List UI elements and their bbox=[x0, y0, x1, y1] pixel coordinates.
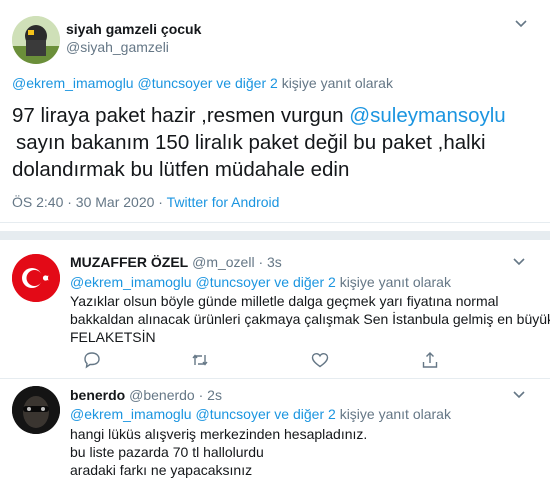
reply-context: @ekrem_imamoglu @tuncsoyer ve diğer 2 ki… bbox=[70, 405, 451, 423]
mention-link[interactable]: @ekrem_imamoglu bbox=[70, 274, 192, 290]
mention-link[interactable]: @ekrem_imamoglu bbox=[12, 75, 134, 91]
section-divider bbox=[0, 231, 550, 240]
others-link[interactable]: diğer 2 bbox=[293, 274, 336, 290]
reply-context: @ekrem_imamoglu @tuncsoyer ve diğer 2 ki… bbox=[70, 273, 451, 291]
username[interactable]: @benerdo bbox=[129, 387, 195, 403]
chevron-down-icon[interactable] bbox=[510, 252, 528, 270]
tweet-text-line: bu liste pazarda 70 tl hallolurdu bbox=[70, 444, 264, 460]
others-link[interactable]: diğer 2 bbox=[235, 75, 278, 91]
tweet-text-line: bakkaldan alınacak ürünleri çakmaya çalı… bbox=[70, 311, 550, 327]
mention-link[interactable]: @tuncsoyer bbox=[195, 274, 270, 290]
reply-suffix: kişiye yanıt olarak bbox=[281, 75, 393, 91]
reply-icon[interactable] bbox=[82, 350, 102, 370]
tweet-text-line: FELAKETSİN bbox=[70, 329, 156, 345]
username[interactable]: @siyah_gamzeli bbox=[66, 39, 169, 55]
display-name[interactable]: benerdo bbox=[70, 387, 125, 403]
divider bbox=[0, 378, 550, 379]
display-name[interactable]: MUZAFFER ÖZEL bbox=[70, 254, 188, 270]
chevron-down-icon[interactable] bbox=[510, 385, 528, 403]
avatar-image bbox=[12, 16, 60, 64]
tweet-age[interactable]: · 3s bbox=[258, 254, 281, 270]
reply-connector: ve bbox=[216, 75, 232, 91]
reply-suffix: kişiye yanıt olarak bbox=[339, 406, 451, 422]
tweet-meta: ÖS 2:40 · 30 Mar 2020 · Twitter for Andr… bbox=[12, 194, 279, 210]
others-link[interactable]: diğer 2 bbox=[293, 406, 336, 422]
reply-header: MUZAFFER ÖZEL @m_ozell · 3s bbox=[70, 254, 282, 270]
retweet-icon[interactable] bbox=[190, 350, 210, 370]
username[interactable]: @m_ozell bbox=[192, 254, 254, 270]
timestamp[interactable]: ÖS 2:40 · 30 Mar 2020 · bbox=[12, 194, 163, 210]
reply-header: benerdo @benerdo · 2s bbox=[70, 387, 222, 403]
tweet-text: 97 liraya paket hazir ,resmen vurgun @su… bbox=[12, 102, 506, 183]
mention-link[interactable]: @ekrem_imamoglu bbox=[70, 406, 192, 422]
mention-link[interactable]: @tuncsoyer bbox=[137, 75, 212, 91]
avatar[interactable] bbox=[12, 386, 60, 434]
reply-context: @ekrem_imamoglu @tuncsoyer ve diğer 2 ki… bbox=[12, 74, 393, 92]
divider bbox=[0, 222, 550, 223]
turkish-flag-icon bbox=[12, 254, 60, 302]
reply-connector: ve bbox=[274, 274, 290, 290]
mention-link[interactable]: @suleymansoylu bbox=[349, 104, 505, 127]
avatar[interactable] bbox=[12, 16, 60, 64]
tweet-text-line: aradaki farkı ne yapacaksınız bbox=[70, 462, 253, 478]
like-icon[interactable] bbox=[310, 350, 330, 370]
tweet-text-line: sayın bakanım 150 liralık paket değil bu… bbox=[16, 131, 486, 154]
reply-connector: ve bbox=[274, 406, 290, 422]
display-name[interactable]: siyah gamzeli çocuk bbox=[66, 21, 201, 37]
mention-link[interactable]: @tuncsoyer bbox=[195, 406, 270, 422]
reply-suffix: kişiye yanıt olarak bbox=[339, 274, 451, 290]
share-icon[interactable] bbox=[420, 350, 440, 370]
tweet-age[interactable]: · 2s bbox=[199, 387, 222, 403]
tweet-text-line: hangi lüküs alışveriş merkezinden hesapl… bbox=[70, 426, 368, 442]
tweet-text-line: dolandırmak bu lütfen müdahale edin bbox=[12, 158, 350, 181]
avatar[interactable] bbox=[12, 254, 60, 302]
avatar-image bbox=[12, 386, 60, 434]
tweet-text-line: Yazıklar olsun böyle günde milletle dalg… bbox=[70, 293, 499, 309]
tweet-text-part: 97 liraya paket hazir ,resmen vurgun bbox=[12, 104, 344, 127]
tweet-text-line: 97 liraya paket hazir ,resmen vurgun @su… bbox=[12, 102, 506, 129]
chevron-down-icon[interactable] bbox=[512, 14, 530, 32]
source-link[interactable]: Twitter for Android bbox=[167, 194, 280, 210]
